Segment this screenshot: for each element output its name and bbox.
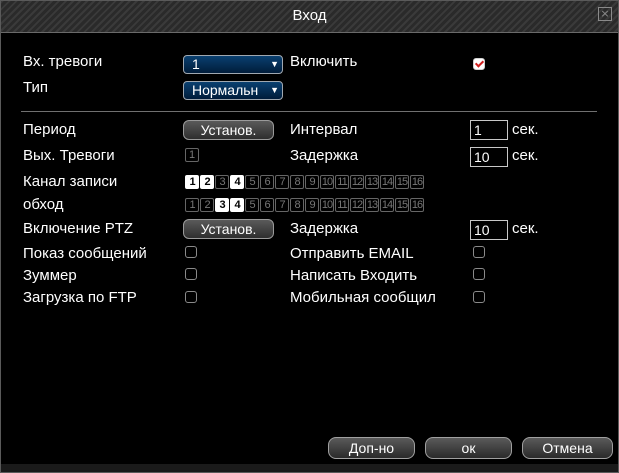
advanced-button[interactable]: Доп-но xyxy=(328,437,415,459)
dropdown-arrow-icon: ▼ xyxy=(270,59,279,69)
channel-box-1[interactable]: 1 xyxy=(185,198,199,212)
channel-box-11[interactable]: 11 xyxy=(335,198,349,212)
alarm-out-channel[interactable]: 1 xyxy=(185,148,199,162)
channel-box-4[interactable]: 4 xyxy=(230,198,244,212)
show-message-checkbox[interactable] xyxy=(185,246,197,258)
channel-box-7[interactable]: 7 xyxy=(275,198,289,212)
buzzer-label: Зуммер xyxy=(23,267,77,284)
interval-label: Интервал xyxy=(290,121,358,138)
channel-box-10[interactable]: 10 xyxy=(320,175,334,189)
channel-box-15[interactable]: 15 xyxy=(395,175,409,189)
channel-box-9[interactable]: 9 xyxy=(305,175,319,189)
delay-unit: сек. xyxy=(512,147,539,164)
channel-box-8[interactable]: 8 xyxy=(290,175,304,189)
delay2-label: Задержка xyxy=(290,220,359,237)
channel-box-6[interactable]: 6 xyxy=(260,198,274,212)
channel-box-16[interactable]: 16 xyxy=(410,198,424,212)
type-dropdown[interactable]: Нормальн ▼ xyxy=(183,81,283,100)
channel-box-7[interactable]: 7 xyxy=(275,175,289,189)
mobile-message-checkbox[interactable] xyxy=(473,291,485,303)
mobile-message-label: Мобильная сообщил xyxy=(290,289,436,306)
type-value: Нормальн xyxy=(192,82,259,98)
channel-box-3[interactable]: 3 xyxy=(215,175,229,189)
channel-box-13[interactable]: 13 xyxy=(365,175,379,189)
alarm-input-dialog: Вход × Вх. тревоги 1 ▼ Включить Тип Норм… xyxy=(0,0,619,473)
channel-box-9[interactable]: 9 xyxy=(305,198,319,212)
channel-box-15[interactable]: 15 xyxy=(395,198,409,212)
channel-box-16[interactable]: 16 xyxy=(410,175,424,189)
close-icon[interactable]: × xyxy=(598,7,612,21)
channel-box-3[interactable]: 3 xyxy=(215,198,229,212)
channel-box-4[interactable]: 4 xyxy=(230,175,244,189)
delay-label: Задержка xyxy=(290,147,359,164)
channel-box-14[interactable]: 14 xyxy=(380,198,394,212)
dropdown-arrow-icon: ▼ xyxy=(270,85,279,95)
channel-box-1[interactable]: 1 xyxy=(185,175,199,189)
channel-box-5[interactable]: 5 xyxy=(245,198,259,212)
alarm-in-dropdown[interactable]: 1 ▼ xyxy=(183,55,283,74)
channel-box-6[interactable]: 6 xyxy=(260,175,274,189)
period-setup-button[interactable]: Установ. xyxy=(183,120,274,140)
cancel-button[interactable]: Отмена xyxy=(522,437,613,459)
channel-box-11[interactable]: 11 xyxy=(335,175,349,189)
delay-input[interactable]: 10 xyxy=(470,147,508,167)
send-email-label: Отправить EMAIL xyxy=(290,245,414,262)
channel-box-8[interactable]: 8 xyxy=(290,198,304,212)
ptz-setup-button[interactable]: Установ. xyxy=(183,219,274,239)
type-label: Тип xyxy=(23,79,49,96)
alarm-in-value: 1 xyxy=(192,56,200,72)
write-log-checkbox[interactable] xyxy=(473,268,485,280)
write-log-label: Написать Входить xyxy=(290,267,418,284)
ftp-upload-checkbox[interactable] xyxy=(185,291,197,303)
period-label: Период xyxy=(23,121,76,138)
tour-channel-grid: 1 2 3 4 5 6 7 8 9 10 11 12 13 14 15 16 xyxy=(185,198,425,213)
tour-label: обход xyxy=(23,196,64,213)
channel-box-12[interactable]: 12 xyxy=(350,175,364,189)
enable-checkbox[interactable] xyxy=(473,58,485,70)
interval-unit: сек. xyxy=(512,121,539,138)
divider xyxy=(21,111,597,112)
channel-box-10[interactable]: 10 xyxy=(320,198,334,212)
dialog-title: Вход xyxy=(292,7,327,24)
channel-box-14[interactable]: 14 xyxy=(380,175,394,189)
enable-label: Включить xyxy=(290,53,358,70)
channel-box-12[interactable]: 12 xyxy=(350,198,364,212)
alarm-out-label: Вых. Тревоги xyxy=(23,147,115,164)
delay2-input[interactable]: 10 xyxy=(470,220,508,240)
record-channel-label: Канал записи xyxy=(23,173,118,190)
buzzer-checkbox[interactable] xyxy=(185,268,197,280)
channel-box-2[interactable]: 2 xyxy=(200,198,214,212)
ok-button[interactable]: ок xyxy=(425,437,512,459)
interval-input[interactable]: 1 xyxy=(470,120,508,140)
channel-box-5[interactable]: 5 xyxy=(245,175,259,189)
show-message-label: Показ сообщений xyxy=(23,245,147,262)
alarm-in-label: Вх. тревоги xyxy=(23,53,103,70)
record-channel-grid: 1 2 3 4 5 6 7 8 9 10 11 12 13 14 15 16 xyxy=(185,175,425,190)
title-bar[interactable]: Вход × xyxy=(1,1,618,33)
delay2-unit: сек. xyxy=(512,220,539,237)
ftp-upload-label: Загрузка по FTP xyxy=(23,289,137,306)
send-email-checkbox[interactable] xyxy=(473,246,485,258)
ptz-label: Включение PTZ xyxy=(23,220,134,237)
bottom-bar xyxy=(1,464,618,472)
channel-box-2[interactable]: 2 xyxy=(200,175,214,189)
channel-box-13[interactable]: 13 xyxy=(365,198,379,212)
